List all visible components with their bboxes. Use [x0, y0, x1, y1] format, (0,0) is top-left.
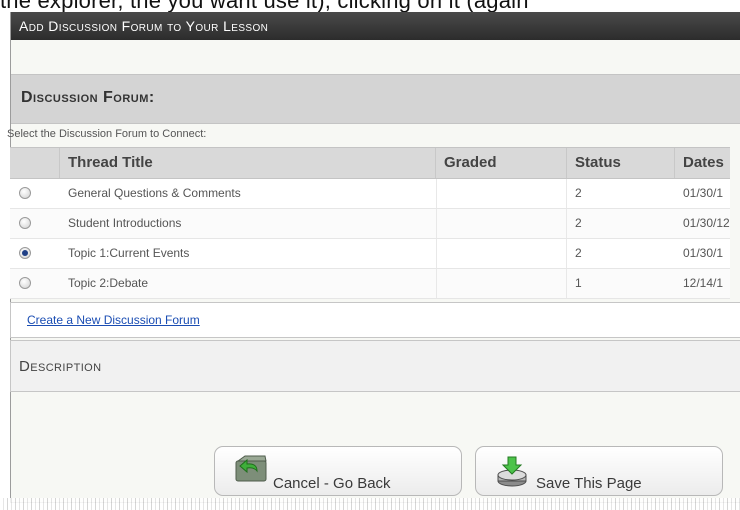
dates-cell: 01/30/12 — [683, 216, 730, 230]
row-radio-cell[interactable] — [10, 209, 60, 238]
save-page-button[interactable]: Save This Page — [475, 446, 723, 496]
table-row[interactable]: Student Introductions 2 01/30/12 — [10, 209, 730, 239]
row-radio-cell[interactable] — [10, 179, 60, 208]
radio-button-selected[interactable] — [19, 246, 31, 259]
column-header-dates[interactable]: Dates — [675, 148, 730, 178]
row-radio-cell[interactable] — [10, 239, 60, 268]
torn-edge-decoration — [0, 498, 740, 510]
column-header-status[interactable]: Status — [567, 148, 675, 178]
graded-cell — [436, 239, 567, 268]
header-select-column — [10, 148, 60, 178]
table-row[interactable]: General Questions & Comments 2 01/30/1 — [10, 179, 730, 209]
thread-title-cell: Topic 1:Current Events — [68, 246, 190, 260]
dates-cell: 01/30/1 — [683, 246, 724, 260]
save-download-icon — [496, 455, 528, 492]
status-cell: 2 — [575, 216, 582, 230]
column-header-thread-title[interactable]: Thread Title — [60, 148, 436, 178]
thread-title-cell: Topic 2:Debate — [68, 276, 149, 290]
cancel-go-back-button[interactable]: Cancel - Go Back — [214, 446, 462, 496]
create-forum-panel: Create a New Discussion Forum — [10, 302, 740, 338]
table-row[interactable]: Topic 1:Current Events 2 01/30/1 — [10, 239, 730, 269]
thread-title-cell: Student Introductions — [68, 216, 182, 230]
status-cell: 2 — [575, 186, 582, 200]
status-cell: 1 — [575, 276, 582, 290]
dialog-title: Add Discussion Forum to Your Lesson — [19, 18, 269, 34]
row-radio-cell[interactable] — [10, 269, 60, 298]
dialog-titlebar: Add Discussion Forum to Your Lesson — [11, 12, 740, 40]
status-cell: 2 — [575, 246, 582, 260]
dates-cell: 12/14/1 — [683, 276, 724, 290]
thread-title-cell: General Questions & Comments — [68, 186, 241, 200]
description-panel: Description — [10, 340, 740, 392]
go-back-arrow-icon — [235, 455, 269, 488]
dates-cell: 01/30/1 — [683, 186, 724, 200]
column-header-graded[interactable]: Graded — [436, 148, 567, 178]
table-header: Thread Title Graded Status Dates — [10, 147, 730, 179]
graded-cell — [436, 269, 567, 298]
forum-table: Thread Title Graded Status Dates General… — [10, 147, 730, 299]
save-button-label: Save This Page — [536, 475, 642, 492]
radio-button[interactable] — [19, 276, 31, 289]
radio-button[interactable] — [19, 216, 31, 229]
graded-cell — [436, 179, 567, 208]
section-heading: Discussion Forum: — [21, 89, 155, 106]
create-new-forum-link[interactable]: Create a New Discussion Forum — [27, 313, 200, 327]
description-label: Description — [19, 358, 102, 375]
cancel-button-label: Cancel - Go Back — [273, 475, 391, 492]
radio-button[interactable] — [19, 186, 31, 199]
table-row[interactable]: Topic 2:Debate 1 12/14/1 — [10, 269, 730, 299]
section-header: Discussion Forum: — [11, 74, 740, 124]
instruction-text: Select the Discussion Forum to Connect: — [7, 128, 207, 140]
graded-cell — [436, 209, 567, 238]
